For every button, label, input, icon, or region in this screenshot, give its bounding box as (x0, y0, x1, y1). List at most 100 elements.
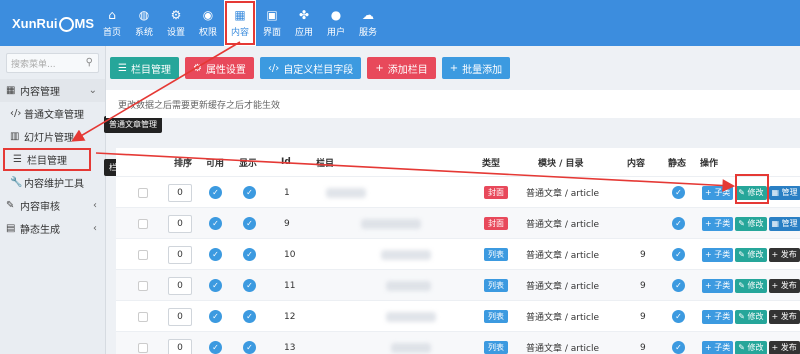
toolbar-button-0[interactable]: ☰ 栏目管理 (110, 57, 179, 79)
check-icon[interactable]: ✓ (672, 279, 685, 292)
check-icon[interactable]: ✓ (243, 310, 256, 323)
checkbox[interactable] (138, 311, 148, 322)
row-checkbox[interactable] (138, 208, 148, 239)
edit-button[interactable]: ✎ 修改 (735, 309, 767, 324)
toolbar-button-2[interactable]: ‹/› 自定义栏目字段 (259, 57, 362, 79)
check-icon[interactable]: ✓ (209, 217, 222, 230)
sidebar-item-2[interactable]: ▥ 幻灯片管理 (0, 125, 105, 148)
row-show[interactable]: ✓ (243, 270, 256, 301)
check-icon[interactable]: ✓ (243, 186, 256, 199)
add-subcolumn-button[interactable]: + 子类 (702, 340, 734, 354)
topnav-item-user-circle[interactable]: ◉ 权限 (192, 0, 224, 46)
publish-button[interactable]: + 发布 (768, 278, 800, 293)
checkbox[interactable] (138, 187, 148, 198)
row-sort[interactable]: 0 (168, 208, 192, 239)
sidebar-item-1[interactable]: ‹/› 普通文章管理 (0, 102, 105, 125)
logo[interactable]: XunRui MS (0, 0, 96, 46)
row-usable[interactable]: ✓ (209, 239, 222, 270)
checkbox[interactable] (138, 218, 148, 229)
check-icon[interactable]: ✓ (209, 341, 222, 354)
row-show[interactable]: ✓ (243, 332, 256, 354)
row-sort[interactable]: 0 (168, 301, 192, 332)
edit-button[interactable]: ✎ 修改 (735, 216, 767, 231)
check-icon[interactable]: ✓ (243, 217, 256, 230)
check-icon[interactable]: ✓ (209, 279, 222, 292)
check-icon[interactable]: ✓ (209, 186, 222, 199)
row-static[interactable]: ✓ (672, 270, 685, 301)
row-sort[interactable]: 0 (168, 239, 192, 270)
header-id[interactable]: Id (281, 148, 291, 176)
row-show[interactable]: ✓ (243, 301, 256, 332)
sidebar-item-0[interactable]: ▦ 内容管理 ⌄ (0, 79, 105, 102)
sidebar-search[interactable]: 搜索菜单... ⚲ (6, 53, 99, 73)
row-static[interactable]: ✓ (672, 332, 685, 354)
topnav-item-grid[interactable]: ▦ 内容 (224, 0, 256, 46)
toolbar-button-1[interactable]: ⚙ 属性设置 (184, 57, 254, 79)
row-checkbox[interactable] (138, 177, 148, 208)
sort-input[interactable]: 0 (168, 307, 192, 326)
add-subcolumn-button[interactable]: + 子类 (702, 216, 734, 231)
search-icon[interactable]: ⚲ (86, 57, 93, 68)
row-checkbox[interactable] (138, 332, 148, 354)
add-subcolumn-button[interactable]: + 子类 (702, 247, 734, 262)
publish-button[interactable]: + 发布 (768, 247, 800, 262)
sidebar-item-3[interactable]: ☰ 栏目管理 (3, 148, 91, 171)
row-usable[interactable]: ✓ (209, 208, 222, 239)
sidebar-item-6[interactable]: ▤ 静态生成 ‹ (0, 217, 105, 240)
check-icon[interactable]: ✓ (672, 248, 685, 261)
add-subcolumn-button[interactable]: + 子类 (702, 278, 734, 293)
topnav-item-html5[interactable]: ▣ 界面 (256, 0, 288, 46)
check-icon[interactable]: ✓ (672, 310, 685, 323)
row-sort[interactable]: 0 (168, 270, 192, 301)
topnav-item-user[interactable]: ● 用户 (320, 0, 352, 46)
topnav-item-cloud[interactable]: ☁ 服务 (352, 0, 384, 46)
check-icon[interactable]: ✓ (672, 341, 685, 354)
row-usable[interactable]: ✓ (209, 177, 222, 208)
check-icon[interactable]: ✓ (243, 341, 256, 354)
checkbox[interactable] (138, 280, 148, 291)
search-input[interactable]: 搜索菜单... (11, 57, 56, 70)
topnav-item-globe[interactable]: ◍ 系统 (128, 0, 160, 46)
add-subcolumn-button[interactable]: + 子类 (702, 309, 734, 324)
sort-input[interactable]: 0 (168, 276, 192, 295)
row-show[interactable]: ✓ (243, 239, 256, 270)
row-show[interactable]: ✓ (243, 208, 256, 239)
checkbox[interactable] (138, 249, 148, 260)
row-checkbox[interactable] (138, 239, 148, 270)
check-icon[interactable]: ✓ (243, 279, 256, 292)
sort-input[interactable]: 0 (168, 245, 192, 264)
check-icon[interactable]: ✓ (672, 217, 685, 230)
row-usable[interactable]: ✓ (209, 301, 222, 332)
topnav-item-puzzle[interactable]: ✤ 应用 (288, 0, 320, 46)
row-show[interactable]: ✓ (243, 177, 256, 208)
sort-input[interactable]: 0 (168, 183, 192, 202)
check-icon[interactable]: ✓ (243, 248, 256, 261)
row-checkbox[interactable] (138, 301, 148, 332)
manage-button[interactable]: ▦ 管理 (768, 216, 800, 231)
checkbox[interactable] (138, 342, 148, 353)
row-usable[interactable]: ✓ (209, 270, 222, 301)
row-static[interactable]: ✓ (672, 239, 685, 270)
sort-input[interactable]: 0 (168, 338, 192, 354)
header-sort[interactable]: 排序 (174, 148, 192, 176)
row-static[interactable]: ✓ (672, 177, 685, 208)
topnav-item-home[interactable]: ⌂ 首页 (96, 0, 128, 46)
row-sort[interactable]: 0 (168, 177, 192, 208)
check-icon[interactable]: ✓ (672, 186, 685, 199)
row-sort[interactable]: 0 (168, 332, 192, 354)
edit-button[interactable]: ✎ 修改 (735, 247, 767, 262)
row-checkbox[interactable] (138, 270, 148, 301)
row-static[interactable]: ✓ (672, 301, 685, 332)
row-static[interactable]: ✓ (672, 208, 685, 239)
manage-button[interactable]: ▦ 管理 (768, 185, 800, 200)
sidebar-item-5[interactable]: ✎ 内容审核 ‹ (0, 194, 105, 217)
sidebar-item-4[interactable]: 🔧 内容维护工具 (0, 171, 105, 194)
edit-button[interactable]: ✎ 修改 (735, 340, 767, 354)
edit-button[interactable]: ✎ 修改 (735, 278, 767, 293)
check-icon[interactable]: ✓ (209, 310, 222, 323)
row-usable[interactable]: ✓ (209, 332, 222, 354)
sort-input[interactable]: 0 (168, 214, 192, 233)
publish-button[interactable]: + 发布 (768, 340, 800, 354)
toolbar-button-4[interactable]: + 批量添加 (441, 57, 511, 79)
publish-button[interactable]: + 发布 (768, 309, 800, 324)
